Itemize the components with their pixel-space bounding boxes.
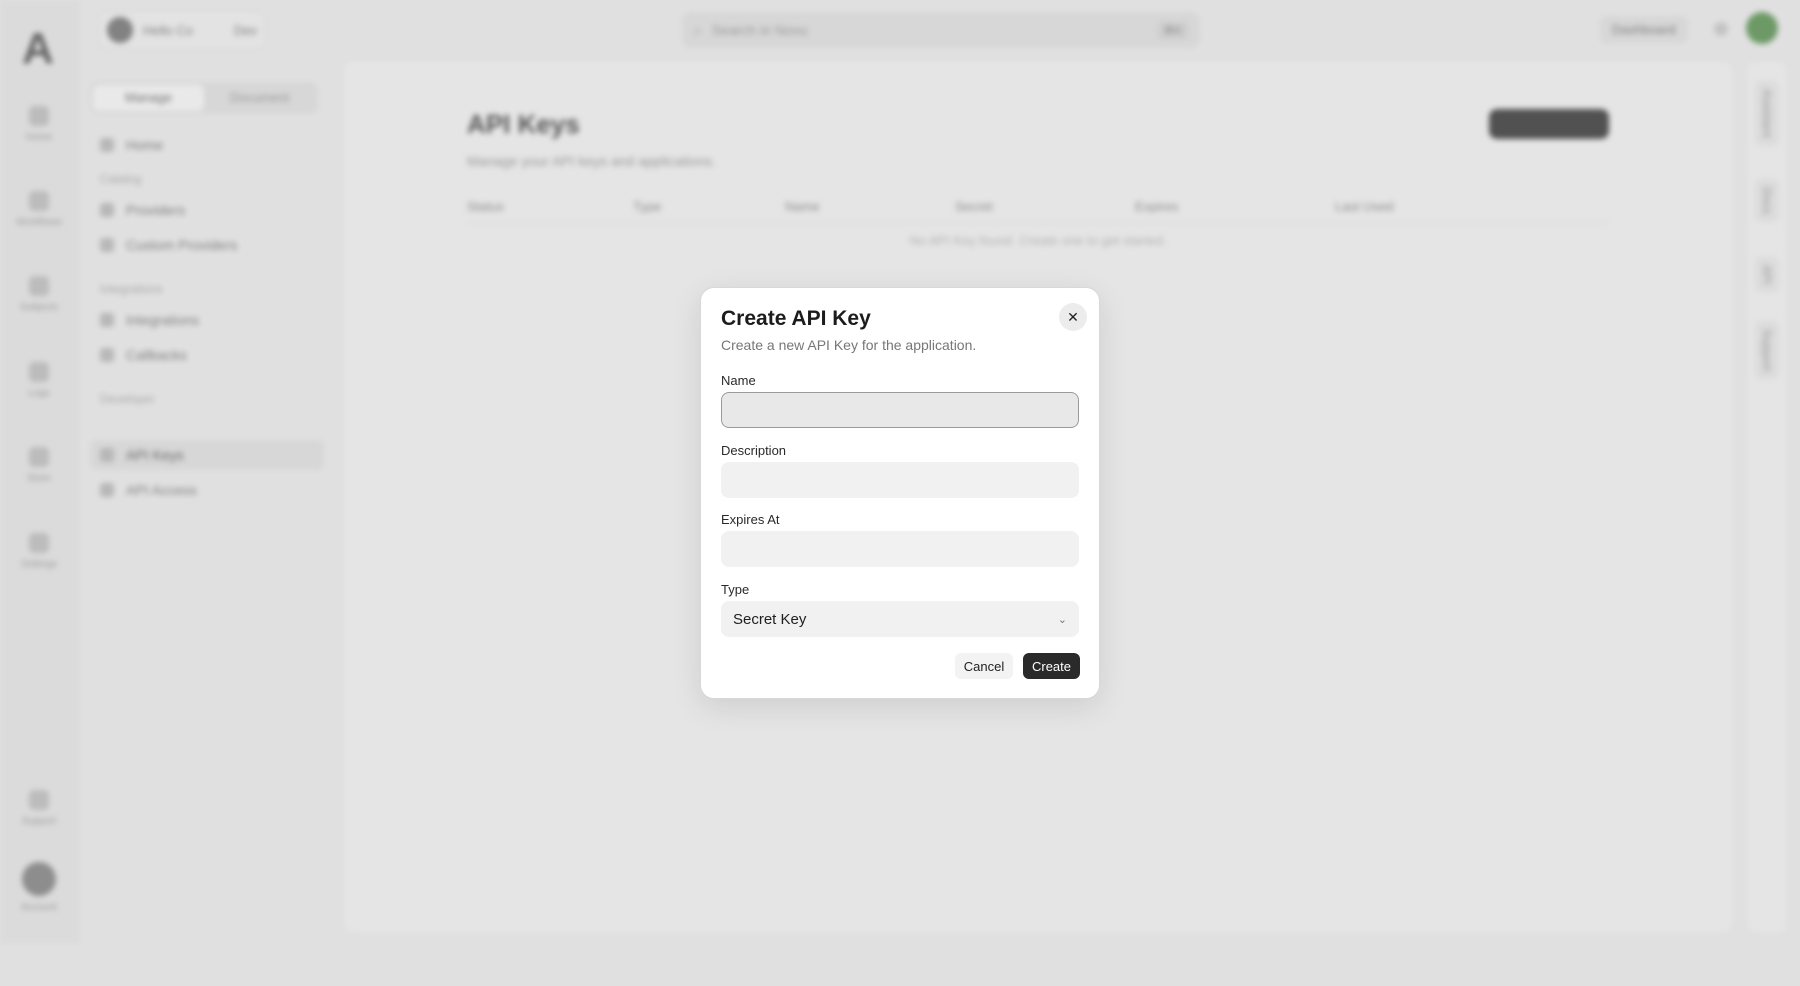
dialog-title: Create API Key	[721, 307, 871, 330]
description-label: Description	[721, 443, 787, 458]
expires-at-label: Expires At	[721, 512, 780, 527]
cancel-button[interactable]: Cancel	[955, 653, 1013, 679]
create-button[interactable]: Create	[1023, 653, 1080, 679]
create-api-key-dialog: Create API Key Create a new API Key for …	[700, 287, 1100, 699]
type-label: Type	[721, 582, 750, 597]
dialog-description: Create a new API Key for the application…	[721, 337, 977, 353]
name-input[interactable]	[721, 392, 1079, 428]
chevron-down-icon: ⌄	[1057, 613, 1067, 626]
close-icon[interactable]: ✕	[1059, 303, 1087, 331]
type-select[interactable]: Secret Key ⌄	[721, 601, 1079, 637]
type-select-value: Secret Key	[733, 610, 807, 628]
expires-at-input[interactable]	[721, 531, 1079, 567]
description-input[interactable]	[721, 462, 1079, 498]
name-label: Name	[721, 373, 756, 388]
